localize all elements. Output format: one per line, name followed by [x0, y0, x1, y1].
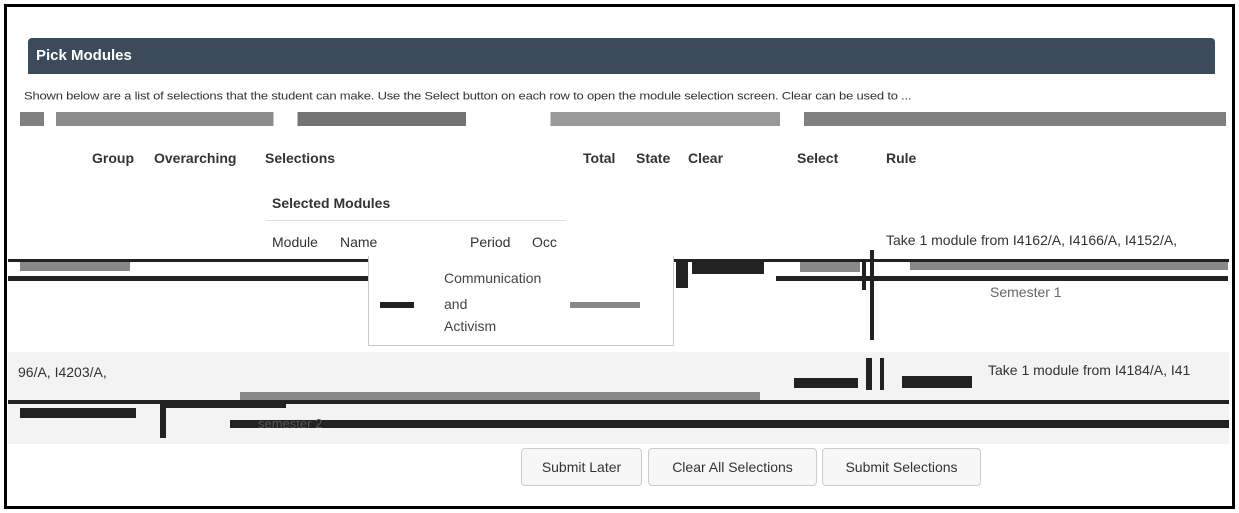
description-line: Shown below are a list of selections tha… — [24, 89, 912, 101]
render-artifact — [240, 392, 760, 400]
submit-selections-button[interactable]: Submit Selections — [822, 448, 981, 486]
col-name: Name — [340, 234, 378, 250]
description-line-corrupted — [20, 112, 1226, 126]
render-artifact — [166, 404, 286, 408]
render-artifact — [800, 262, 860, 272]
render-artifact — [910, 262, 1228, 270]
row1-semester: Semester 1 — [990, 284, 1062, 300]
row2-rule: Take 1 module from I4184/A, I41 — [988, 362, 1191, 378]
render-artifact — [794, 378, 858, 388]
render-artifact — [230, 420, 1229, 428]
selected-modules-title: Selected Modules — [272, 195, 391, 211]
header-clear: Clear — [688, 150, 724, 166]
header-overarching: Overarching — [154, 150, 237, 166]
panel-title: Pick Modules — [36, 47, 132, 64]
render-artifact — [902, 376, 972, 388]
panel-header: Pick Modules — [28, 38, 1215, 74]
render-artifact — [20, 262, 130, 271]
render-artifact — [866, 358, 872, 390]
header-select: Select — [797, 150, 839, 166]
render-artifact — [692, 262, 764, 274]
module-name-line: Activism — [444, 318, 497, 334]
module-name-line: and — [444, 296, 468, 312]
submit-later-button[interactable]: Submit Later — [521, 448, 642, 486]
row2-semester: semester 2 — [258, 416, 323, 431]
header-state: State — [636, 150, 671, 166]
render-artifact — [676, 262, 688, 288]
render-artifact — [880, 358, 884, 390]
header-total: Total — [583, 150, 616, 166]
clear-all-selections-button[interactable]: Clear All Selections — [648, 448, 817, 486]
col-occ: Occ — [532, 234, 557, 250]
module-name-line: Communication — [444, 270, 542, 286]
header-group: Group — [92, 150, 134, 166]
divider — [266, 220, 566, 221]
header-selections: Selections — [265, 150, 336, 166]
render-artifact — [8, 276, 368, 281]
render-artifact — [20, 408, 136, 418]
render-artifact — [862, 262, 866, 290]
render-artifact — [776, 276, 1228, 281]
row2-codes: 96/A, I4203/A, — [18, 364, 107, 380]
render-artifact — [570, 302, 640, 308]
render-artifact — [160, 404, 166, 438]
col-period: Period — [470, 234, 511, 250]
render-artifact — [380, 302, 414, 308]
col-module: Module — [272, 234, 318, 250]
row1-rule: Take 1 module from I4162/A, I4166/A, I41… — [886, 232, 1178, 248]
render-artifact — [870, 250, 874, 340]
header-rule: Rule — [886, 150, 917, 166]
